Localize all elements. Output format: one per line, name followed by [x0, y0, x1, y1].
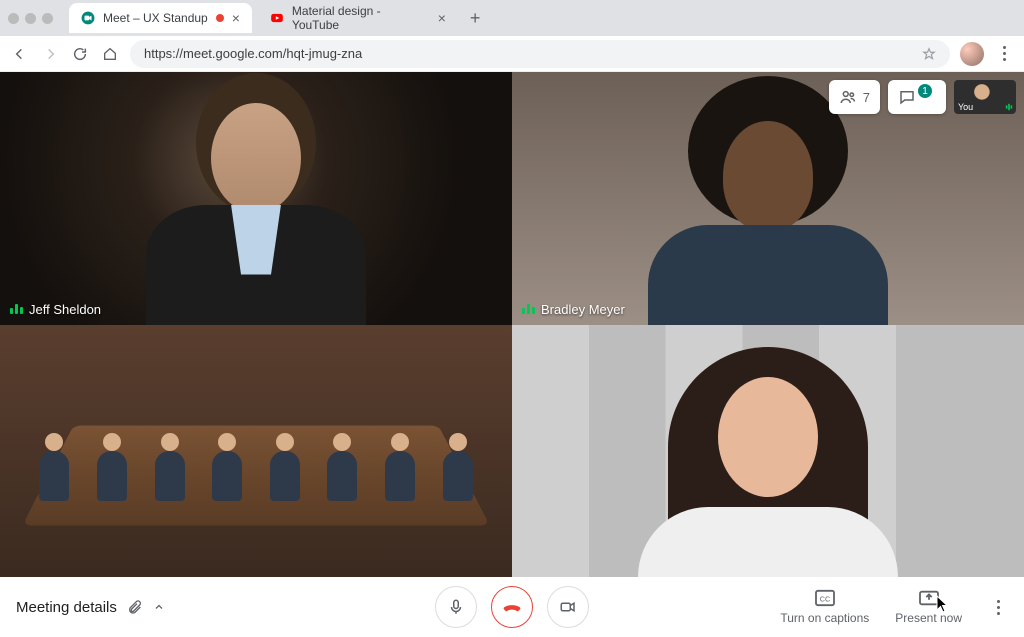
forward-button[interactable] [40, 44, 60, 64]
meet-favicon-icon [81, 11, 95, 25]
microphone-icon [447, 598, 465, 616]
browser-menu-button[interactable] [994, 46, 1014, 61]
bookmark-star-icon[interactable] [922, 47, 936, 61]
meeting-details-label: Meeting details [16, 599, 117, 616]
camera-icon [559, 598, 577, 616]
self-video-thumbnail[interactable]: You [954, 80, 1016, 114]
video-tile[interactable] [512, 325, 1024, 578]
more-options-button[interactable] [988, 600, 1008, 615]
participant-name: Bradley Meyer [541, 302, 625, 317]
chat-badge: 1 [918, 84, 932, 98]
mute-mic-button[interactable] [435, 586, 477, 628]
reload-button[interactable] [70, 44, 90, 64]
svg-text:CC: CC [820, 595, 830, 604]
window-traffic-lights [8, 13, 53, 24]
hangup-button[interactable] [491, 586, 533, 628]
browser-tab-strip: Meet – UX Standup × Material design - Yo… [0, 0, 1024, 36]
tab-title: Meet – UX Standup [103, 11, 208, 25]
tab-meet[interactable]: Meet – UX Standup × [69, 3, 252, 33]
tab-close-button[interactable]: × [438, 10, 446, 26]
home-button[interactable] [100, 44, 120, 64]
profile-avatar[interactable] [960, 42, 984, 66]
participant-name-tag: Jeff Sheldon [10, 302, 101, 317]
chat-button[interactable]: 1 [888, 80, 946, 114]
meeting-bottom-bar: Meeting details CC Turn on captions [0, 577, 1024, 637]
url-bar[interactable]: https://meet.google.com/hqt-jmug-zna [130, 40, 950, 68]
chat-icon [898, 88, 916, 106]
captions-button[interactable]: CC Turn on captions [780, 589, 869, 625]
captions-icon: CC [814, 589, 836, 607]
recording-indicator-icon [216, 14, 224, 22]
mic-active-icon [1005, 103, 1013, 111]
tab-title: Material design - YouTube [292, 4, 430, 32]
speaking-indicator-icon [522, 304, 535, 314]
chevron-up-icon [153, 601, 165, 613]
traffic-zoom-icon[interactable] [42, 13, 53, 24]
video-grid: 7 1 You Jeff Sheldon Bradley Meyer [0, 72, 1024, 577]
browser-nav-bar: https://meet.google.com/hqt-jmug-zna [0, 36, 1024, 72]
participant-video-placeholder [638, 347, 898, 577]
present-label: Present now [895, 611, 962, 625]
self-label: You [958, 102, 973, 112]
video-tile[interactable] [0, 325, 512, 578]
participant-name: Jeff Sheldon [29, 302, 101, 317]
youtube-favicon-icon [270, 11, 284, 25]
participants-button[interactable]: 7 [829, 80, 880, 114]
speaking-indicator-icon [10, 304, 23, 314]
participant-count: 7 [863, 90, 870, 105]
hangup-icon [501, 596, 523, 618]
traffic-minimize-icon[interactable] [25, 13, 36, 24]
tab-youtube[interactable]: Material design - YouTube × [258, 3, 458, 33]
present-icon [918, 589, 940, 607]
url-text: https://meet.google.com/hqt-jmug-zna [144, 46, 362, 61]
people-icon [839, 88, 857, 106]
video-tile[interactable]: Jeff Sheldon [0, 72, 512, 325]
captions-label: Turn on captions [780, 611, 869, 625]
tab-close-button[interactable]: × [232, 10, 240, 26]
new-tab-button[interactable]: + [470, 8, 481, 29]
attachment-icon [127, 599, 143, 615]
call-controls [435, 586, 589, 628]
present-button[interactable]: Present now [895, 589, 962, 625]
traffic-close-icon[interactable] [8, 13, 19, 24]
participant-video-placeholder [146, 103, 366, 325]
participant-video-placeholder [0, 325, 512, 578]
meeting-overlay-controls: 7 1 You [829, 80, 1016, 114]
participant-name-tag: Bradley Meyer [522, 302, 625, 317]
back-button[interactable] [10, 44, 30, 64]
toggle-camera-button[interactable] [547, 586, 589, 628]
meeting-details-button[interactable]: Meeting details [16, 599, 165, 616]
